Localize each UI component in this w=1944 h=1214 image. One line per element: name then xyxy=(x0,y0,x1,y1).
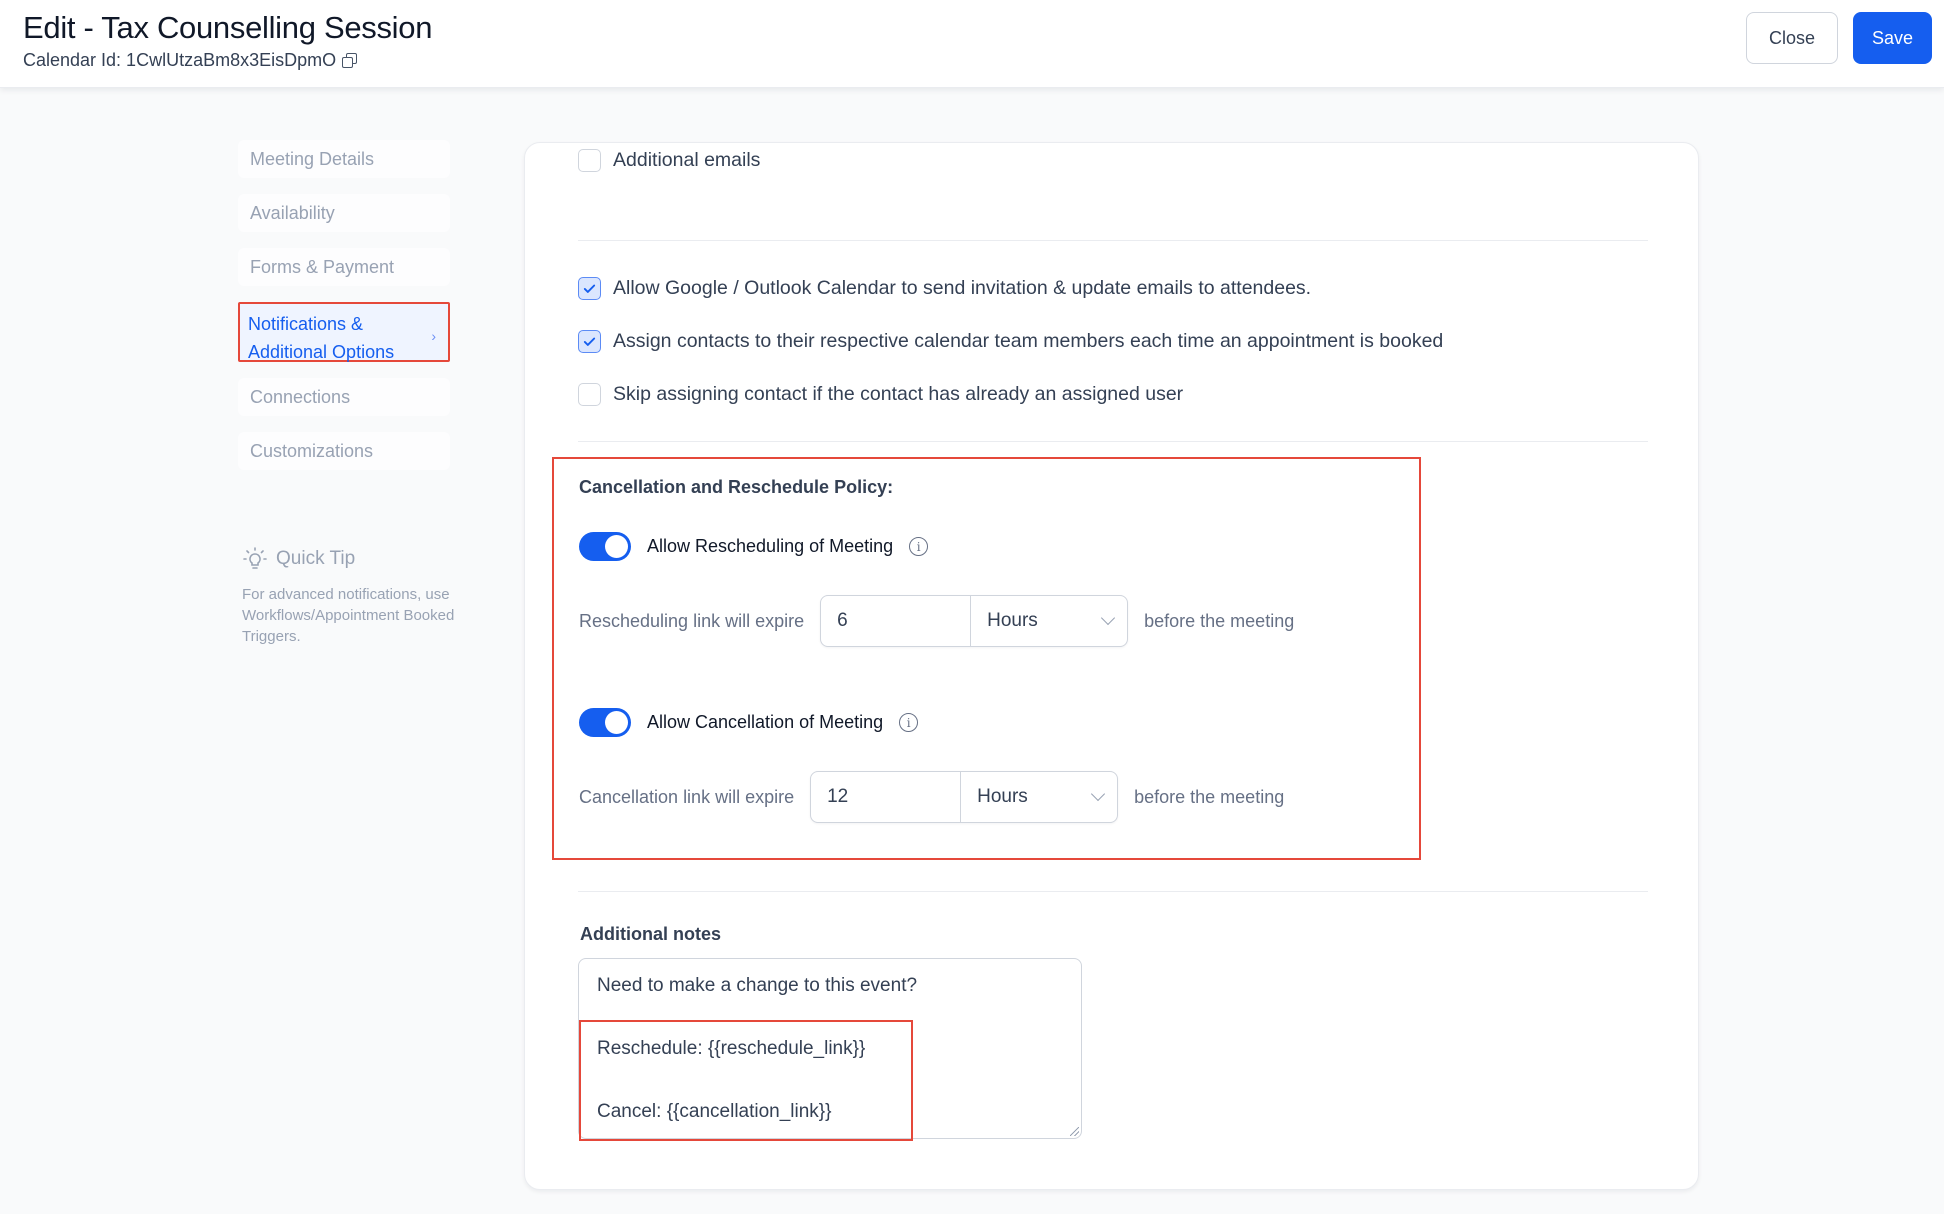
chevron-right-icon: › xyxy=(431,328,436,344)
cancellation-expire-label: Cancellation link will expire xyxy=(579,786,795,807)
assign-contacts-checkbox[interactable] xyxy=(578,330,601,353)
option-row: Allow Google / Outlook Calendar to send … xyxy=(578,277,1311,300)
chevron-down-icon xyxy=(1091,786,1106,802)
option-row: Skip assigning contact if the contact ha… xyxy=(578,383,1183,406)
reschedule-expire-suffix: before the meeting xyxy=(1144,610,1295,631)
sidebar-item-customizations[interactable]: Customizations xyxy=(238,432,450,470)
sidebar-nav: Meeting Details Availability Forms & Pay… xyxy=(238,140,450,486)
cancellation-toggle-label: Allow Cancellation of Meeting xyxy=(647,712,884,732)
option-row: Assign contacts to their respective cale… xyxy=(578,330,1443,353)
sidebar-item-label: Notifications & Additional Options xyxy=(248,314,395,362)
copy-icon[interactable] xyxy=(342,53,358,68)
additional-emails-label: Additional emails xyxy=(613,149,761,171)
option-label: Skip assigning contact if the contact ha… xyxy=(613,383,1184,405)
divider xyxy=(578,240,1648,241)
reschedule-expire-row: Rescheduling link will expire Hours befo… xyxy=(579,595,1294,647)
additional-notes-label: Additional notes xyxy=(580,924,721,944)
additional-emails-row: Additional emails xyxy=(578,149,760,172)
additional-emails-checkbox[interactable] xyxy=(578,149,601,172)
page-title: Edit - Tax Counselling Session xyxy=(23,10,433,45)
cancellation-expire-group: Hours xyxy=(810,771,1119,823)
notes-line: Need to make a change to this event? xyxy=(597,975,918,996)
reschedule-unit-select[interactable]: Hours xyxy=(971,596,1127,646)
reschedule-unit-value: Hours xyxy=(987,610,1038,631)
option-label: Assign contacts to their respective cale… xyxy=(613,330,1444,352)
divider xyxy=(578,441,1648,442)
cancellation-expire-row: Cancellation link will expire Hours befo… xyxy=(579,771,1284,823)
check-icon xyxy=(583,337,596,346)
save-button[interactable]: Save xyxy=(1853,12,1932,64)
check-icon xyxy=(583,284,596,293)
sidebar-item-notifications[interactable]: Notifications & Additional Options › xyxy=(238,302,450,362)
info-icon[interactable]: i xyxy=(909,537,929,556)
cancellation-unit-value: Hours xyxy=(977,786,1028,807)
policy-title: Cancellation and Reschedule Policy: xyxy=(579,477,894,497)
divider xyxy=(578,891,1648,892)
close-button[interactable]: Close xyxy=(1746,12,1838,64)
reschedule-toggle-label: Allow Rescheduling of Meeting xyxy=(647,536,894,556)
calendar-invite-checkbox[interactable] xyxy=(578,277,601,300)
resize-handle-icon[interactable] xyxy=(1070,1127,1079,1136)
reschedule-hours-input[interactable] xyxy=(821,596,972,646)
reschedule-toggle-row: Allow Rescheduling of Meeting i xyxy=(579,532,929,561)
sidebar-item-forms-payment[interactable]: Forms & Payment xyxy=(238,248,450,286)
reschedule-toggle[interactable] xyxy=(579,532,631,561)
lightbulb-icon xyxy=(243,547,267,569)
reschedule-expire-label: Rescheduling link will expire xyxy=(579,610,805,631)
calendar-id-text: Calendar Id: 1CwlUtzaBm8x3EisDpmO xyxy=(23,50,337,70)
reschedule-expire-group: Hours xyxy=(820,595,1129,647)
quick-tip-title: Quick Tip xyxy=(276,548,356,569)
sidebar-item-availability[interactable]: Availability xyxy=(238,194,450,232)
cancellation-toggle[interactable] xyxy=(579,708,631,737)
info-icon[interactable]: i xyxy=(899,713,919,732)
quick-tip-body: For advanced notifications, use Workflow… xyxy=(242,586,455,645)
cancellation-policy-section: Cancellation and Reschedule Policy: Allo… xyxy=(552,457,1421,860)
quick-tip: Quick Tip For advanced notifications, us… xyxy=(242,546,462,647)
links-highlight-box xyxy=(579,1020,913,1141)
chevron-down-icon xyxy=(1101,610,1116,626)
page-header: Edit - Tax Counselling Session Calendar … xyxy=(0,0,1944,88)
calendar-id: Calendar Id: 1CwlUtzaBm8x3EisDpmO xyxy=(23,50,358,71)
cancellation-toggle-row: Allow Cancellation of Meeting i xyxy=(579,708,919,737)
skip-assigning-checkbox[interactable] xyxy=(578,383,601,406)
additional-notes-textarea[interactable]: Need to make a change to this event? Res… xyxy=(578,958,1082,1141)
sidebar-item-meeting-details[interactable]: Meeting Details xyxy=(238,140,450,178)
cancellation-hours-input[interactable] xyxy=(811,772,962,822)
sidebar-item-connections[interactable]: Connections xyxy=(238,378,450,416)
cancellation-expire-suffix: before the meeting xyxy=(1134,786,1285,807)
cancellation-unit-select[interactable]: Hours xyxy=(961,772,1117,822)
settings-card: Additional emails Allow Google / Outlook… xyxy=(524,142,1699,1190)
option-label: Allow Google / Outlook Calendar to send … xyxy=(613,277,1312,299)
